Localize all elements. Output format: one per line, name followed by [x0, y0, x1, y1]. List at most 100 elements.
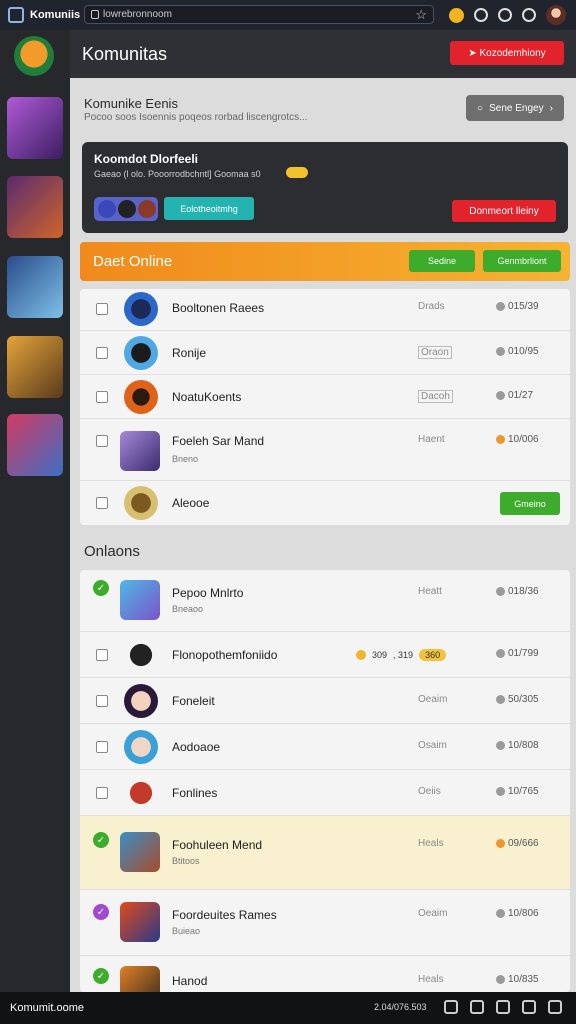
clock-icon — [496, 839, 505, 848]
online-list: Booltonen Raees Drads 015/39 Ronije Orao… — [80, 289, 570, 525]
close-icon[interactable] — [548, 1000, 562, 1014]
section-title: Onlaons — [84, 543, 140, 560]
see-more-label: Sene Engey — [489, 102, 544, 114]
row-time: 09/666 — [496, 838, 539, 849]
row-checkbox[interactable] — [96, 391, 108, 403]
list-item[interactable]: ✓ Foohuleen Mend Btitoos Heals 09/666 — [80, 816, 570, 890]
see-more-button[interactable]: ○ Sene Engey › — [466, 95, 564, 121]
link-icon[interactable] — [444, 1000, 458, 1014]
row-name: Foordeuites Rames — [172, 908, 277, 922]
bottom-status-bar: Komumit.oome 2.04/076.503 — [0, 992, 576, 1024]
teal-action-button[interactable]: Eolotheoitmhg — [164, 197, 254, 220]
avatar — [118, 200, 136, 218]
sidebar-game-thumb[interactable] — [7, 414, 63, 476]
sidebar-game-thumb[interactable] — [7, 336, 63, 398]
avatar-stack[interactable] — [94, 197, 158, 221]
url-bar[interactable]: lowrebronnoom ☆ — [84, 5, 434, 24]
list-item[interactable]: Foneleit Oeaim 50/305 — [80, 678, 570, 724]
check-icon[interactable]: ✓ — [93, 968, 109, 984]
row-name: Fonlines — [172, 786, 218, 800]
circle-icon: ○ — [477, 102, 484, 114]
list-item[interactable]: Aodoaoe Osaim 10/808 — [80, 724, 570, 770]
globe-icon[interactable] — [470, 1000, 484, 1014]
row-time-value: 01/799 — [508, 648, 539, 659]
row-time-value: 10/808 — [508, 740, 539, 751]
online-sort-button[interactable]: Genmbrliont — [483, 250, 561, 272]
list-item[interactable]: Flonopothemfoniido 309 , 319 360 01/799 — [80, 632, 570, 678]
row-time-value: 09/666 — [508, 838, 539, 849]
list-item[interactable]: Ronije Oraon 010/95 — [80, 331, 570, 375]
row-time: 10/806 — [496, 908, 539, 919]
list-item[interactable]: NoatuKoents Dacoh 01/27 — [80, 375, 570, 419]
row-action-button[interactable]: Gmeino — [500, 492, 560, 515]
list-item[interactable]: Foeleh Sar Mand Bneno Haent 10/006 — [80, 419, 570, 481]
url-text: lowrebronnoom — [103, 9, 172, 20]
help-icon[interactable] — [522, 8, 536, 22]
check-icon[interactable]: ✓ — [93, 904, 109, 920]
user-icon[interactable] — [522, 1000, 536, 1014]
row-checkbox[interactable] — [96, 303, 108, 315]
community-logo[interactable] — [14, 36, 54, 76]
row-name: Flonopothemfoniido — [172, 648, 278, 662]
row-checkbox[interactable] — [96, 347, 108, 359]
row-time: 015/39 — [496, 301, 539, 312]
list-item[interactable]: Fonlines Oeiis 10/765 — [80, 770, 570, 816]
row-checkbox[interactable] — [96, 435, 108, 447]
row-status: Dacoh — [418, 390, 453, 403]
check-icon[interactable]: ✓ — [93, 580, 109, 596]
row-status: Oeaim — [418, 908, 448, 919]
game-icon — [124, 292, 158, 326]
sidebar-game-thumb[interactable] — [7, 97, 63, 159]
row-time-value: 015/39 — [508, 301, 539, 312]
row-name: Foohuleen Mend — [172, 838, 263, 852]
row-checkbox[interactable] — [96, 741, 108, 753]
online-header-bar: Daet Online Sedine Genmbrliont — [80, 242, 570, 281]
row-subtitle: Bneno — [172, 454, 199, 464]
sidebar-game-thumb[interactable] — [7, 256, 63, 318]
list-item[interactable]: ✓ Foordeuites Rames Buieao Oeaim 10/806 — [80, 890, 570, 956]
toolbar-icons — [449, 5, 566, 25]
list-item[interactable]: Booltonen Raees Drads 015/39 — [80, 289, 570, 331]
lock-icon — [91, 10, 99, 19]
header-cta-button[interactable]: ➤ Kozodemhiony — [450, 41, 564, 65]
settings-icon[interactable] — [498, 8, 512, 22]
sidebar-game-thumb[interactable] — [7, 176, 63, 238]
clock-icon — [496, 741, 505, 750]
clock-icon — [496, 787, 505, 796]
row-status: Oeiis — [418, 786, 441, 797]
banner-red-button[interactable]: Donmeort lleiny — [452, 200, 556, 222]
chevron-right-icon: › — [549, 102, 553, 114]
app-grid-icon[interactable] — [8, 7, 24, 23]
list-item[interactable]: ✓ Pepoo Mnlrto Bneaoo Heatt 018/36 — [80, 570, 570, 632]
featured-banner: Koomdot Dlorfeeli Gaeao (l olo. Pooorrod… — [82, 142, 568, 233]
game-icon — [120, 431, 160, 471]
app-title: Komuniis — [30, 9, 81, 21]
row-checkbox[interactable] — [96, 497, 108, 509]
send-icon: ➤ — [468, 47, 480, 59]
clock-icon — [496, 909, 505, 918]
row-status: Heals — [418, 974, 444, 985]
footer-version: 2.04/076.503 — [374, 1002, 427, 1012]
row-checkbox[interactable] — [96, 649, 108, 661]
row-subtitle: Buieao — [172, 926, 201, 936]
online-filter-button[interactable]: Sedine — [409, 250, 475, 272]
row-time-value: 10/765 — [508, 786, 539, 797]
row-status: Drads — [418, 301, 445, 312]
home-icon[interactable] — [474, 8, 488, 22]
row-time-value: 010/95 — [508, 346, 539, 357]
row-checkbox[interactable] — [96, 695, 108, 707]
star-icon[interactable]: ☆ — [415, 7, 427, 23]
coin-value: 309 — [372, 650, 388, 660]
game-icon — [124, 684, 158, 718]
coin-icon[interactable] — [449, 7, 464, 23]
row-time: 50/305 — [496, 694, 539, 705]
check-icon[interactable]: ✓ — [93, 832, 109, 848]
sidebar — [0, 30, 70, 992]
footer-label: Komumit.oome — [10, 1002, 84, 1014]
avatar[interactable] — [546, 5, 566, 25]
row-checkbox[interactable] — [96, 787, 108, 799]
row-time-value: 50/305 — [508, 694, 539, 705]
shield-icon[interactable] — [496, 1000, 510, 1014]
list-item[interactable]: ✓ Hanod Heals 10/835 — [80, 956, 570, 992]
list-item[interactable]: Aleooe Gmeino — [80, 481, 570, 525]
